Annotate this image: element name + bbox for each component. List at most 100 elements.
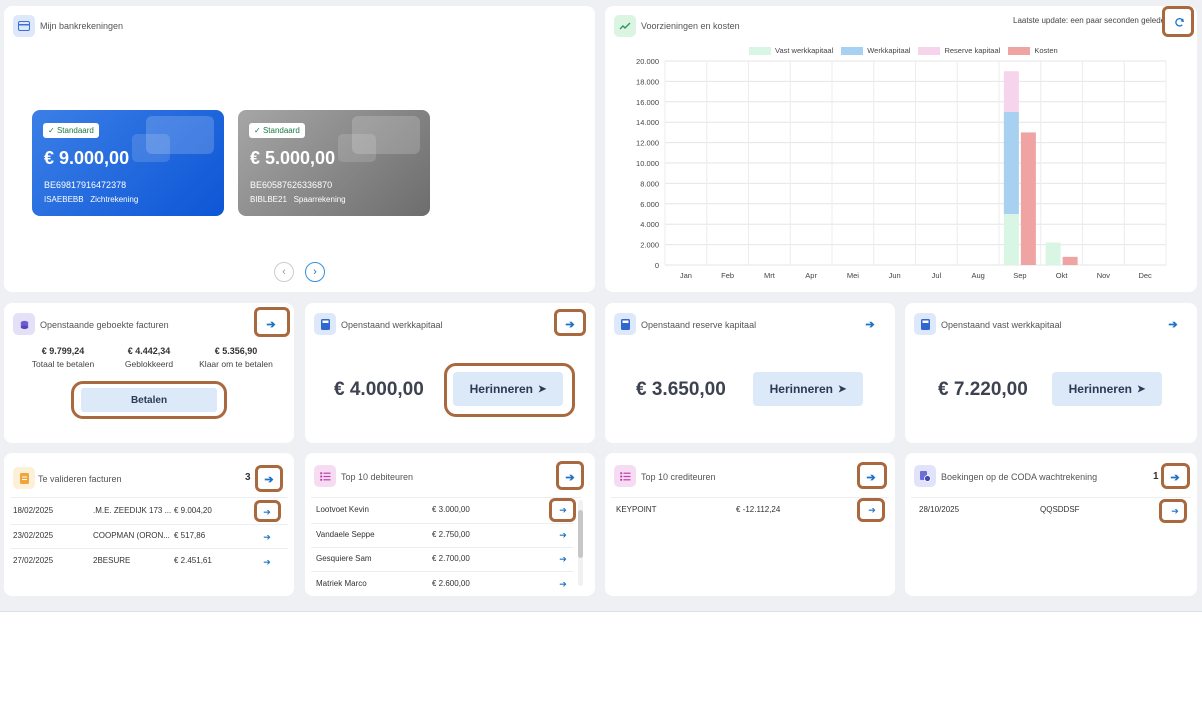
legend-swatch xyxy=(1008,46,1031,55)
stat-label: Klaar om te betalen xyxy=(199,359,273,369)
divider xyxy=(311,523,573,524)
account-meta: ISAEBEBB Zichtrekening xyxy=(44,195,138,204)
chart-legend: Vast werkkapitaal Werkkapitaal Reserve kap… xyxy=(749,46,1058,55)
coins-icon xyxy=(13,313,35,335)
account-balance: € 5.000,00 xyxy=(250,148,336,168)
stat-value: € 4.442,34 xyxy=(127,346,171,356)
calculator-icon xyxy=(614,313,636,335)
legend-swatch xyxy=(749,46,771,55)
row-open-button[interactable]: ➔ xyxy=(258,528,276,546)
list-icon xyxy=(314,465,336,487)
x-tick-label: Dec xyxy=(1138,271,1152,280)
account-balance: € 9.000,00 xyxy=(44,148,130,168)
document-clock-icon xyxy=(914,465,936,487)
highlight-box xyxy=(1162,6,1194,37)
debtor-amount: € 2.600,00 xyxy=(432,579,470,588)
invoice-date: 27/02/2025 xyxy=(13,556,54,565)
credit-card-icon xyxy=(13,15,35,37)
legend-item[interactable]: Vast werkkapitaal xyxy=(749,46,833,55)
highlight-box xyxy=(254,307,290,337)
arrow-right-icon: ➔ xyxy=(1168,318,1178,331)
x-tick-label: Mei xyxy=(847,271,859,280)
invoice-amount: € 517,86 xyxy=(174,531,206,540)
calculator-icon xyxy=(314,313,336,335)
highlight-box xyxy=(857,498,885,522)
x-tick-label: Mrt xyxy=(764,271,776,280)
bar xyxy=(1003,112,1019,214)
validate-invoices-card: Te valideren facturen 3 ➔ 18/02/2025 .M.… xyxy=(4,453,294,596)
creditor-amount: € -12.112,24 xyxy=(736,505,781,514)
bank-accounts-card: Mijn bankrekeningen ✓ Standaard € 9.000,… xyxy=(4,6,595,292)
highlight-box xyxy=(857,462,887,489)
bank-account-card[interactable]: ✓ Standaard € 9.000,00 BE69817916472378 … xyxy=(32,110,224,216)
row-open-button[interactable]: ➔ xyxy=(554,550,572,568)
highlight-box xyxy=(549,498,576,522)
carousel-next-button[interactable]: › xyxy=(305,262,325,282)
debtor-name: Matriek Marco xyxy=(316,579,367,588)
invoice-amount: € 2.451,61 xyxy=(174,556,212,565)
stat-label: Totaal te betalen xyxy=(31,359,95,369)
list-icon xyxy=(614,465,636,487)
bar xyxy=(1020,132,1036,265)
fixed-capital-card: Openstaand vast werkkapitaal ➔ € 7.220,0… xyxy=(905,303,1197,443)
row-open-button[interactable]: ➔ xyxy=(554,575,572,593)
arrow-right-icon: ➔ xyxy=(559,578,567,589)
fixed-capital-amount: € 7.220,00 xyxy=(938,379,1028,400)
remind-button[interactable]: Herinneren ➤ xyxy=(1052,372,1162,406)
y-tick-label: 18.000 xyxy=(636,77,659,86)
y-tick-label: 16.000 xyxy=(636,98,659,107)
coda-date: 28/10/2025 xyxy=(919,505,960,514)
account-bic: BIBLBE21 xyxy=(250,195,287,204)
row-open-button[interactable]: ➔ xyxy=(554,526,572,544)
bar xyxy=(1003,71,1019,112)
arrow-right-icon: ➔ xyxy=(263,531,271,542)
arrow-right-icon: ➔ xyxy=(865,318,875,331)
row-open-button[interactable]: ➔ xyxy=(258,553,276,571)
legend-item[interactable]: Werkkapitaal xyxy=(841,46,910,55)
highlight-box xyxy=(71,381,227,419)
divider xyxy=(911,497,1191,498)
invoice-date: 18/02/2025 xyxy=(13,506,54,515)
top-debtors-title: Top 10 debiteuren xyxy=(341,472,414,482)
y-tick-label: 20.000 xyxy=(636,57,659,66)
debtor-name: Lootvoet Kevin xyxy=(316,505,369,514)
invoice-supplier: 2BESURE xyxy=(93,556,131,565)
legend-item[interactable]: Kosten xyxy=(1008,46,1058,55)
scrollbar[interactable] xyxy=(578,500,583,586)
x-tick-label: Nov xyxy=(1097,271,1111,280)
top-creditors-card: Top 10 crediteuren ➔ KEYPOINT € -12.112,… xyxy=(605,453,895,596)
x-tick-label: Jul xyxy=(932,271,942,280)
remind-label: Herinneren xyxy=(1068,382,1132,396)
y-tick-label: 12.000 xyxy=(636,139,659,148)
top-debtors-card: Top 10 debiteuren ➔ Lootvoet Kevin € 3.0… xyxy=(305,453,595,596)
top-creditors-title: Top 10 crediteuren xyxy=(641,472,716,482)
divider xyxy=(311,497,581,498)
legend-item[interactable]: Reserve kapitaal xyxy=(918,46,1000,55)
bar xyxy=(1062,256,1078,265)
reserve-capital-link[interactable]: ➔ xyxy=(861,315,879,333)
working-capital-title: Openstaand werkkapitaal xyxy=(341,320,443,330)
validate-count: 3 xyxy=(245,472,251,483)
carousel-prev-button[interactable]: ‹ xyxy=(274,262,294,282)
open-invoices-title: Openstaande geboekte facturen xyxy=(40,320,169,330)
remind-label: Herinneren xyxy=(769,382,833,396)
legend-swatch xyxy=(918,46,941,55)
bar xyxy=(1003,214,1019,265)
check-icon: ✓ xyxy=(254,126,261,135)
scrollbar-thumb[interactable] xyxy=(578,510,583,558)
y-tick-label: 8.000 xyxy=(640,179,659,188)
coda-title: Boekingen op de CODA wachtrekening xyxy=(941,472,1098,482)
bank-account-card[interactable]: ✓ Standaard € 5.000,00 BE60587626336870 … xyxy=(238,110,430,216)
arrow-right-icon: ➔ xyxy=(559,553,567,564)
fixed-capital-link[interactable]: ➔ xyxy=(1164,315,1182,333)
debtor-amount: € 2.700,00 xyxy=(432,554,470,563)
remind-button[interactable]: Herinneren ➤ xyxy=(753,372,863,406)
account-iban: BE60587626336870 xyxy=(250,180,333,190)
x-tick-label: Sep xyxy=(1013,271,1026,280)
stat-label: Geblokkeerd xyxy=(124,359,174,369)
stat-blocked: € 4.442,34 Geblokkeerd xyxy=(108,346,190,369)
highlight-box xyxy=(556,461,584,490)
account-type: Zichtrekening xyxy=(90,195,139,204)
y-tick-label: 10.000 xyxy=(636,159,659,168)
badge-label: Standaard xyxy=(262,126,300,135)
